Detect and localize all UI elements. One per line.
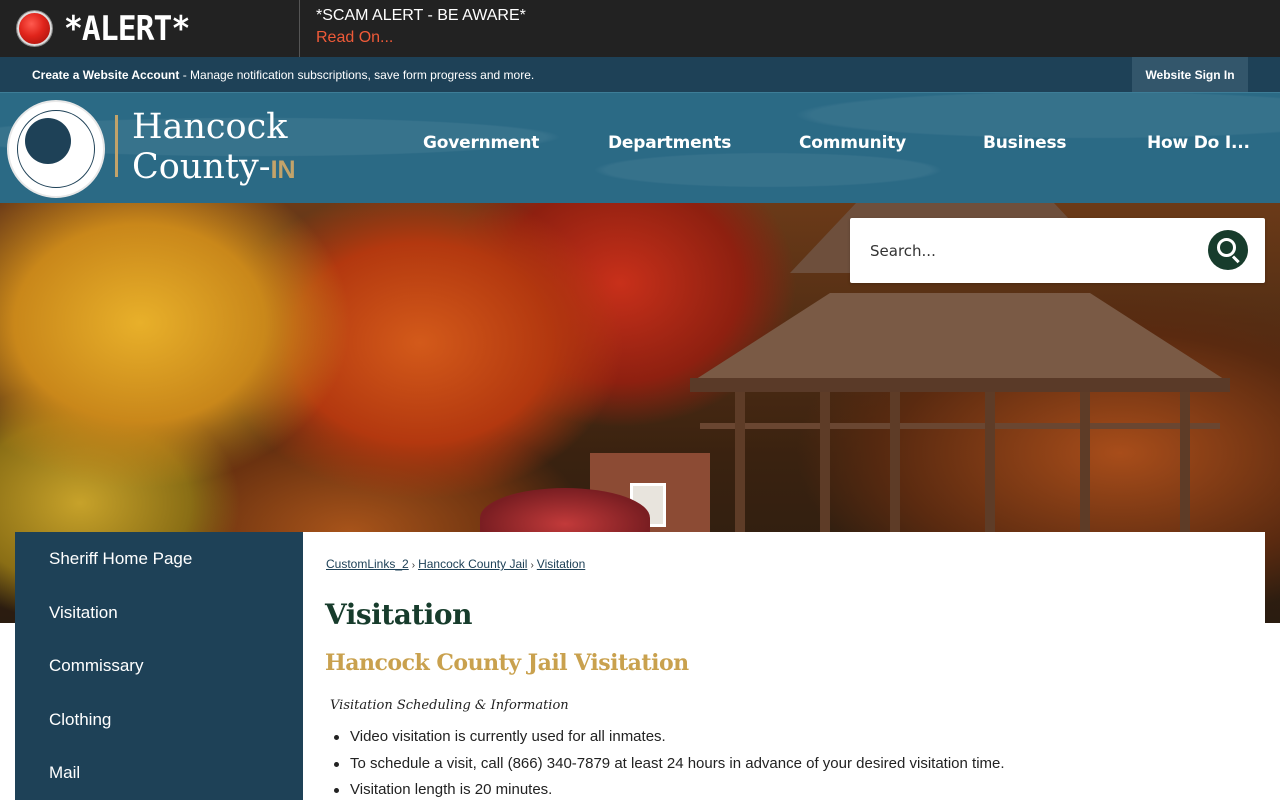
- gazebo-post: [820, 392, 830, 542]
- nav-government[interactable]: Government: [423, 133, 539, 153]
- nav-departments[interactable]: Departments: [608, 133, 731, 153]
- sidebar-nav: Sheriff Home Page Visitation Commissary …: [15, 532, 303, 800]
- site-header: Hancock County-IN Government Departments…: [0, 92, 1280, 203]
- gazebo-post: [1080, 392, 1090, 542]
- county-seal-icon[interactable]: [7, 100, 105, 198]
- list-item: To schedule a visit, call (866) 340-7879…: [331, 755, 1005, 782]
- sidebar-item-mail[interactable]: Mail: [49, 763, 80, 783]
- page-edge: [1265, 623, 1280, 800]
- logo-state-suffix: IN: [270, 156, 296, 184]
- section-label: Visitation Scheduling & Information: [330, 698, 569, 713]
- gazebo-post: [735, 392, 745, 542]
- alert-content: *SCAM ALERT - BE AWARE* Read On...: [300, 0, 526, 57]
- section-heading: Hancock County Jail Visitation: [325, 650, 689, 676]
- visitation-info-list: Video visitation is currently used for a…: [331, 728, 1005, 800]
- main-content: CustomLinks_2 › Hancock County Jail › Visita…: [303, 532, 1265, 800]
- gazebo-band: [690, 378, 1230, 392]
- nav-community[interactable]: Community: [799, 133, 906, 153]
- logo-text-hancock[interactable]: Hancock: [132, 107, 287, 147]
- breadcrumb-visitation[interactable]: Visitation: [537, 557, 585, 571]
- search-icon-handle: [1231, 255, 1240, 264]
- sidebar-item-visitation[interactable]: Visitation: [49, 603, 118, 623]
- alert-message: *SCAM ALERT - BE AWARE*: [316, 7, 526, 24]
- sidebar-item-commissary[interactable]: Commissary: [49, 656, 143, 676]
- alert-title: *ALERT*: [64, 8, 190, 49]
- logo-county-word: County-: [132, 147, 271, 187]
- website-sign-in-button[interactable]: Website Sign In: [1132, 57, 1248, 92]
- list-item: Video visitation is currently used for a…: [331, 728, 1005, 755]
- account-description: - Manage notification subscriptions, sav…: [179, 68, 535, 82]
- search-box: [850, 218, 1265, 283]
- breadcrumb-jail[interactable]: Hancock County Jail: [418, 557, 527, 571]
- sidebar-item-sheriff-home[interactable]: Sheriff Home Page: [49, 549, 192, 569]
- account-text: Create a Website Account - Manage notifi…: [32, 68, 534, 82]
- alert-read-on-link[interactable]: Read On...: [316, 28, 393, 48]
- alert-bar: *ALERT* *SCAM ALERT - BE AWARE* Read On.…: [0, 0, 1280, 57]
- search-input[interactable]: [870, 238, 1190, 264]
- breadcrumb-separator: ›: [411, 560, 416, 571]
- gazebo-post: [985, 392, 995, 542]
- logo-text-county[interactable]: County-IN: [132, 147, 296, 190]
- list-item: Visitation length is 20 minutes.: [331, 781, 1005, 800]
- alert-indicator-icon: [17, 11, 52, 46]
- gazebo-rail: [700, 423, 1220, 429]
- search-button[interactable]: [1208, 230, 1248, 270]
- nav-business[interactable]: Business: [983, 133, 1066, 153]
- page-title: Visitation: [325, 598, 472, 631]
- account-bar: Create a Website Account - Manage notifi…: [0, 57, 1280, 92]
- breadcrumb-customlinks[interactable]: CustomLinks_2: [326, 557, 409, 571]
- logo-divider: [115, 115, 118, 177]
- seal-emblem: [25, 118, 71, 164]
- gazebo-post: [1180, 392, 1190, 542]
- sidebar-item-clothing[interactable]: Clothing: [49, 710, 111, 730]
- breadcrumb: CustomLinks_2 › Hancock County Jail › Visita…: [326, 557, 585, 571]
- gazebo-post: [890, 392, 900, 542]
- gazebo-roof: [690, 293, 1230, 383]
- breadcrumb-separator: ›: [530, 560, 534, 571]
- search-icon: [1217, 238, 1236, 257]
- nav-how-do-i[interactable]: How Do I...: [1147, 133, 1250, 153]
- create-account-link[interactable]: Create a Website Account: [32, 68, 179, 82]
- alert-badge: *ALERT*: [0, 0, 300, 57]
